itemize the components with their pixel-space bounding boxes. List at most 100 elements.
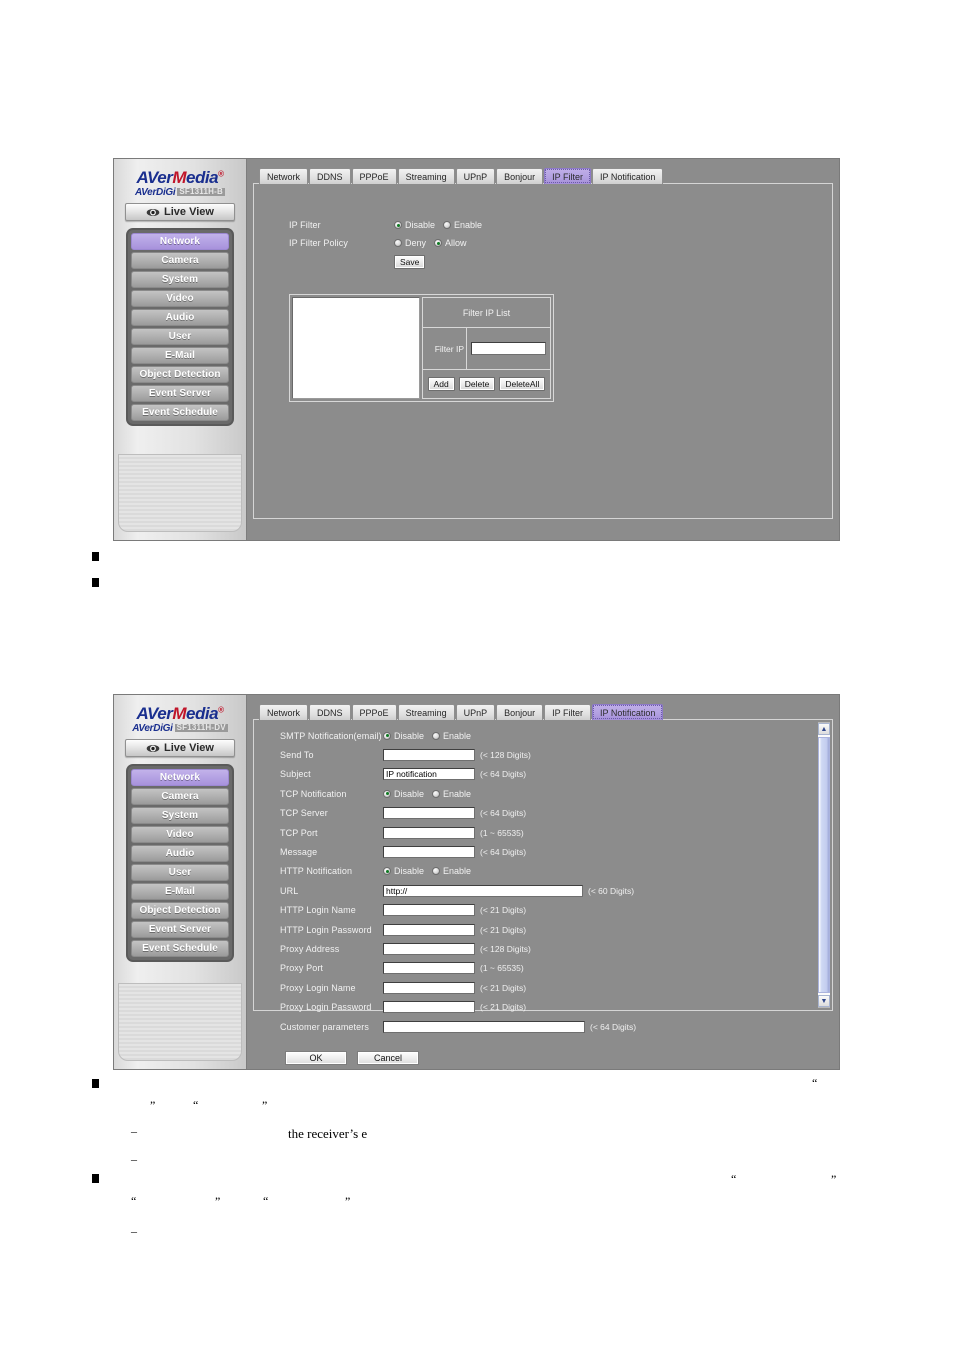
url-input[interactable]: http:// bbox=[383, 884, 583, 897]
proxy-port-input[interactable] bbox=[383, 962, 475, 975]
sidebar-item-video[interactable]: Video bbox=[131, 826, 229, 843]
policy-allow-radio[interactable]: Allow bbox=[434, 238, 467, 248]
sidebar-item-event-server[interactable]: Event Server bbox=[131, 385, 229, 402]
proxy-address-input[interactable] bbox=[383, 942, 475, 955]
subject-input[interactable]: IP notification bbox=[383, 768, 475, 781]
sidebar-item-email[interactable]: E-Mail bbox=[131, 347, 229, 364]
tcp-server-input[interactable] bbox=[383, 807, 475, 820]
sidebar-item-network[interactable]: Network bbox=[131, 769, 229, 786]
vertical-scrollbar[interactable]: ▲ ▼ bbox=[818, 722, 830, 1008]
tab-label: UPnP bbox=[463, 707, 488, 718]
live-view-button[interactable]: Live View bbox=[125, 739, 235, 757]
http-login-name-input[interactable] bbox=[383, 904, 475, 917]
sidebar-item-event-schedule[interactable]: Event Schedule bbox=[131, 940, 229, 957]
sidebar-item-video[interactable]: Video bbox=[131, 290, 229, 307]
tab-ip-filter[interactable]: IP Filter bbox=[544, 704, 591, 720]
http-enable-radio[interactable]: Enable bbox=[432, 866, 471, 876]
sidebar-item-camera[interactable]: Camera bbox=[131, 252, 229, 269]
smtp-disable-radio[interactable]: Disable bbox=[383, 731, 424, 741]
tcp-port-input[interactable] bbox=[383, 826, 475, 839]
tab-streaming[interactable]: Streaming bbox=[397, 168, 455, 184]
sidebar-item-network[interactable]: Network bbox=[131, 233, 229, 250]
add-button[interactable]: Add bbox=[427, 377, 455, 391]
sidebar-item-user[interactable]: User bbox=[131, 328, 229, 345]
filter-ip-buttons: Add Delete DeleteAll bbox=[423, 370, 550, 398]
http-disable-radio[interactable]: Disable bbox=[383, 866, 424, 876]
field-proxy-port: Proxy Port (1 ~ 65535) bbox=[280, 959, 810, 978]
scroll-down-arrow-icon[interactable]: ▼ bbox=[818, 995, 830, 1007]
filter-ip-label: Filter IP bbox=[423, 328, 467, 369]
proxy-login-password-input[interactable] bbox=[383, 1001, 475, 1014]
filter-ip-listbox[interactable] bbox=[292, 297, 420, 399]
tab-upnp[interactable]: UPnP bbox=[455, 704, 496, 720]
tab-bonjour[interactable]: Bonjour bbox=[496, 168, 544, 184]
field-hint: (< 128 Digits) bbox=[480, 943, 531, 954]
scroll-up-arrow-icon[interactable]: ▲ bbox=[818, 723, 830, 735]
tcp-disable-radio[interactable]: Disable bbox=[383, 789, 424, 799]
http-login-password-input[interactable] bbox=[383, 923, 475, 936]
sidebar-item-object-detection[interactable]: Object Detection bbox=[131, 902, 229, 919]
document-quote-glyph: ” bbox=[345, 1194, 351, 1208]
tab-bonjour[interactable]: Bonjour bbox=[496, 704, 544, 720]
filter-ip-panel: Filter IP List Filter IP Add Delete Dele… bbox=[289, 294, 554, 402]
sidebar-item-event-server[interactable]: Event Server bbox=[131, 921, 229, 938]
field-value: (< 21 Digits) bbox=[383, 923, 526, 936]
scrollbar-thumb[interactable] bbox=[818, 737, 830, 993]
radio-dot-icon bbox=[434, 239, 443, 247]
field-value: Disable Enable bbox=[383, 789, 471, 799]
save-button[interactable]: Save bbox=[394, 255, 426, 269]
sidebar-item-system[interactable]: System bbox=[131, 807, 229, 824]
field-hint: (< 21 Digits) bbox=[480, 1002, 527, 1013]
tab-ddns[interactable]: DDNS bbox=[309, 168, 351, 184]
sidebar-item-system[interactable]: System bbox=[131, 271, 229, 288]
document-dash-glyph: – bbox=[131, 1224, 137, 1238]
tab-pppoe[interactable]: PPPoE bbox=[351, 168, 397, 184]
tab-label: Bonjour bbox=[504, 171, 536, 182]
tcp-enable-radio[interactable]: Enable bbox=[432, 789, 471, 799]
sidebar-item-audio[interactable]: Audio bbox=[131, 309, 229, 326]
field-label: TCP Port bbox=[280, 827, 318, 838]
ip-filter-enable-radio[interactable]: Enable bbox=[443, 220, 482, 230]
tab-upnp[interactable]: UPnP bbox=[455, 168, 496, 184]
tab-network[interactable]: Network bbox=[259, 168, 309, 184]
smtp-enable-radio[interactable]: Enable bbox=[432, 731, 471, 741]
customer-parameters-input[interactable] bbox=[383, 1020, 585, 1033]
radio-dot-icon bbox=[432, 867, 441, 876]
sidebar-item-label: Network bbox=[159, 236, 201, 247]
filter-ip-input[interactable] bbox=[471, 342, 546, 355]
brand-sub-text: AVerDiGi bbox=[132, 723, 173, 734]
sidebar-item-email[interactable]: E-Mail bbox=[131, 883, 229, 900]
field-label: Proxy Port bbox=[280, 963, 324, 974]
sidebar-item-event-schedule[interactable]: Event Schedule bbox=[131, 404, 229, 421]
scrollbar-track[interactable] bbox=[818, 735, 830, 995]
delete-button[interactable]: Delete bbox=[458, 377, 496, 391]
live-view-label: Live View bbox=[164, 206, 214, 218]
message-input[interactable] bbox=[383, 846, 475, 859]
cancel-button[interactable]: Cancel bbox=[357, 1051, 419, 1065]
tab-ddns[interactable]: DDNS bbox=[309, 704, 351, 720]
tab-ip-notification[interactable]: IP Notification bbox=[591, 704, 664, 720]
field-label: Proxy Login Password bbox=[280, 1002, 372, 1013]
delete-all-button[interactable]: DeleteAll bbox=[499, 377, 546, 391]
tab-pppoe[interactable]: PPPoE bbox=[351, 704, 397, 720]
sidebar-item-label: Audio bbox=[165, 848, 195, 859]
policy-deny-radio[interactable]: Deny bbox=[394, 238, 426, 248]
brand-logo-avermedia: AVerMedia® bbox=[136, 168, 224, 187]
tab-label: UPnP bbox=[463, 171, 488, 182]
tab-streaming[interactable]: Streaming bbox=[397, 704, 455, 720]
field-value: (< 21 Digits) bbox=[383, 904, 527, 917]
sidebar-item-camera[interactable]: Camera bbox=[131, 788, 229, 805]
tab-network[interactable]: Network bbox=[259, 704, 309, 720]
tab-ip-filter[interactable]: IP Filter bbox=[544, 168, 591, 184]
live-view-button[interactable]: Live View bbox=[125, 203, 235, 221]
proxy-login-name-input[interactable] bbox=[383, 981, 475, 994]
field-hint: (< 21 Digits) bbox=[480, 905, 527, 916]
sidebar-item-object-detection[interactable]: Object Detection bbox=[131, 366, 229, 383]
sidebar-item-user[interactable]: User bbox=[131, 864, 229, 881]
sidebar-item-audio[interactable]: Audio bbox=[131, 845, 229, 862]
send-to-input[interactable] bbox=[383, 749, 475, 762]
ip-filter-disable-radio[interactable]: Disable bbox=[394, 220, 435, 230]
ok-button[interactable]: OK bbox=[285, 1051, 347, 1065]
tab-ip-notification[interactable]: IP Notification bbox=[591, 168, 664, 184]
radio-dot-icon bbox=[383, 731, 391, 740]
